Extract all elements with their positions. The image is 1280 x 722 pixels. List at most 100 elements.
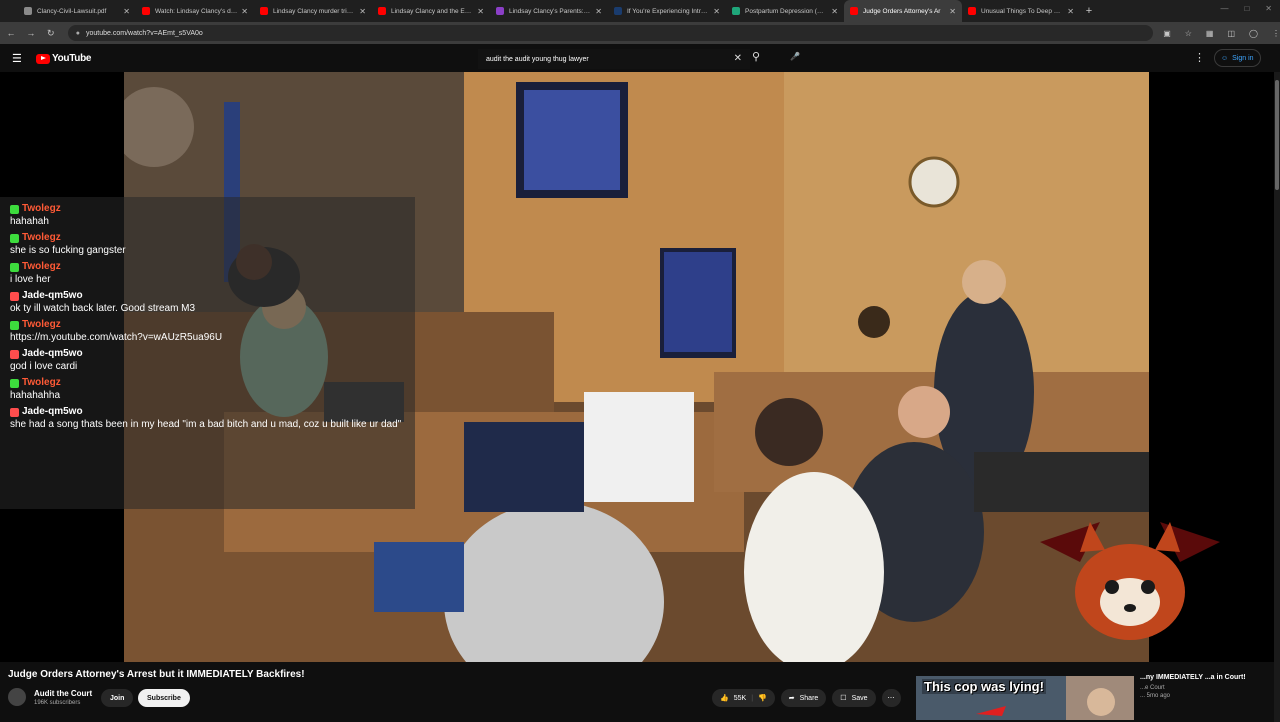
browser-tab[interactable]: Clancy-Civil-Lawsuit.pdf ✕ (18, 0, 136, 22)
like-button[interactable]: 👍 55K | 👎 (712, 689, 775, 707)
chat-message: Twolegz she is so fucking gangster (10, 232, 405, 257)
chat-author: Twolegz (10, 319, 405, 332)
chat-message-text: i love her (10, 273, 51, 285)
tab-favicon-icon (260, 7, 268, 15)
chat-author: Jade-qm5wo (10, 290, 405, 303)
moderator-badge-icon (10, 262, 19, 272)
thumbs-down-icon[interactable]: 👎 (758, 694, 767, 702)
tab-favicon-icon (614, 7, 622, 15)
maximize-icon[interactable]: □ (1244, 4, 1249, 13)
chat-author: Twolegz (10, 261, 405, 274)
close-tab-icon[interactable]: ✕ (477, 7, 484, 16)
moderator-badge-icon (10, 320, 19, 330)
close-tab-icon[interactable]: ✕ (713, 7, 720, 16)
related-video-info[interactable]: ...ny IMMEDIATELY ...a in Court! ...e Co… (1140, 673, 1270, 699)
more-actions-button[interactable]: ⋯ (881, 689, 901, 707)
save-label: Save (851, 694, 868, 702)
guide-menu-icon[interactable]: ☰ (12, 52, 22, 65)
chat-author: Jade-qm5wo (10, 348, 405, 361)
profile-icon[interactable]: ◯ (1249, 29, 1258, 38)
chat-message-text: hahahah (10, 215, 49, 227)
sign-in-button[interactable]: ☺ Sign in (1214, 49, 1261, 67)
close-window-icon[interactable]: ✕ (1265, 4, 1272, 13)
close-tab-icon[interactable]: ✕ (595, 7, 602, 16)
browser-tab-bar: Clancy-Civil-Lawsuit.pdf ✕ Watch: Lindsay … (0, 0, 1280, 22)
bookmark-star-icon[interactable]: ☆ (1185, 29, 1192, 38)
logo-text: YouTube (52, 53, 92, 64)
browser-tab[interactable]: Judge Orders Attorney's Ar ✕ (844, 0, 962, 22)
scrollbar-thumb[interactable] (1275, 80, 1279, 190)
tab-title: Watch: Lindsay Clancy's defens (155, 7, 237, 15)
share-button[interactable]: ➦ Share (780, 689, 827, 707)
close-tab-icon[interactable]: ✕ (359, 7, 366, 16)
microphone-icon[interactable]: 🎤 (788, 50, 802, 64)
search-icon[interactable]: ⚲ (752, 50, 760, 63)
chat-author: Twolegz (10, 377, 405, 390)
install-app-icon[interactable]: ▣ (1163, 29, 1171, 38)
browser-tab[interactable]: Lindsay Clancy's Parents: $1 Mi ✕ (490, 0, 608, 22)
chat-message-text: she had a song thats been in my head "im… (10, 418, 402, 430)
chat-message: Twolegz https://m.youtube.com/watch?v=wAU… (10, 319, 405, 344)
site-info-icon[interactable]: ● (76, 30, 80, 37)
chat-author-name: Twolegz (22, 261, 61, 272)
tab-favicon-icon (378, 7, 386, 15)
like-count: 55K (733, 694, 747, 702)
chat-message: Jade-qm5wo god i love cardi (10, 348, 405, 373)
related-video-thumbnail[interactable]: This cop was lying! (916, 676, 1134, 720)
tab-favicon-icon (142, 7, 150, 15)
minimize-icon[interactable]: — (1220, 4, 1228, 13)
forward-icon[interactable]: → (22, 28, 40, 38)
chat-message-text: https://m.youtube.com/watch?v=wAUzR5ua96… (10, 331, 223, 343)
youtube-logo[interactable]: YouTube (36, 53, 92, 64)
browser-tab[interactable]: Unusual Things To Deep Fry - Y✕ (962, 0, 1080, 22)
chat-author: Twolegz (10, 232, 405, 245)
tab-title: Lindsay Clancy murder trial: Pr (273, 7, 356, 15)
close-tab-icon[interactable]: ✕ (123, 7, 130, 16)
browser-tab[interactable]: Watch: Lindsay Clancy's defens ✕ (136, 0, 254, 22)
sidebar-icon[interactable]: ◫ (1227, 29, 1235, 38)
back-icon[interactable]: ← (2, 28, 20, 38)
browser-tab[interactable]: Postpartum Depression (PPD): ✕ (726, 0, 844, 22)
reload-icon[interactable]: ↻ (42, 28, 60, 39)
close-tab-icon[interactable]: ✕ (1067, 7, 1074, 16)
chat-message-text: hahahahha (10, 389, 61, 401)
settings-menu-icon[interactable]: ⋮ (1194, 51, 1205, 64)
extensions-icon[interactable]: ▦ (1206, 29, 1214, 38)
chat-author-name: Twolegz (22, 232, 61, 243)
chat-author: Jade-qm5wo (10, 406, 405, 419)
tab-title: Lindsay Clancy and the Eviden (391, 7, 474, 15)
url-field[interactable]: ● youtube.com/watch?v=AEmt_s5VA0o (67, 25, 1154, 41)
video-player[interactable]: Twolegz hahahah Twolegz she is so fucking g… (0, 72, 1274, 662)
chat-message-text: ok ty ill watch back later. Good stream … (10, 302, 196, 314)
tab-title: Postpartum Depression (PPD): (745, 7, 828, 15)
search-input[interactable]: audit the audit young thug lawyer ✕ (478, 49, 750, 69)
moderator-badge-icon (10, 233, 19, 243)
chat-author-name: Jade-qm5wo (22, 406, 83, 417)
chat-author-name: Jade-qm5wo (22, 290, 83, 301)
video-actions: 👍 55K | 👎 ➦ Share ☐ Save ⋯ (712, 689, 901, 707)
clear-search-icon[interactable]: ✕ (734, 53, 742, 64)
related-video-meta: ... 5mo ago (1140, 693, 1171, 699)
youtube-badge-icon (10, 291, 19, 301)
share-label: Share (799, 694, 819, 702)
chat-message: Twolegz hahahahha (10, 377, 405, 402)
channel-avatar[interactable] (8, 688, 26, 706)
browser-tab[interactable]: Lindsay Clancy and the Eviden ✕ (372, 0, 490, 22)
channel-name[interactable]: Audit the Court (34, 689, 92, 698)
new-tab-icon[interactable]: + (1080, 5, 1098, 17)
tab-favicon-icon (24, 7, 32, 15)
browser-tab[interactable]: Lindsay Clancy murder trial: Pr ✕ (254, 0, 372, 22)
close-tab-icon[interactable]: ✕ (241, 7, 248, 16)
browser-tab[interactable]: If You're Experiencing Intrusive ✕ (608, 0, 726, 22)
browser-menu-icon[interactable]: ⋮ (1272, 29, 1280, 38)
join-button[interactable]: Join (101, 689, 134, 707)
tab-favicon-icon (850, 7, 858, 15)
related-video-title: ...ny IMMEDIATELY ...a in Court! (1140, 674, 1246, 681)
save-button[interactable]: ☐ Save (832, 689, 876, 707)
account-circle-icon: ☺ (1221, 54, 1229, 62)
chat-message: Twolegz hahahah (10, 203, 405, 228)
close-tab-icon[interactable]: ✕ (949, 7, 956, 16)
close-tab-icon[interactable]: ✕ (831, 7, 838, 16)
share-icon: ➦ (788, 695, 795, 702)
subscribe-button[interactable]: Subscribe (138, 689, 190, 707)
